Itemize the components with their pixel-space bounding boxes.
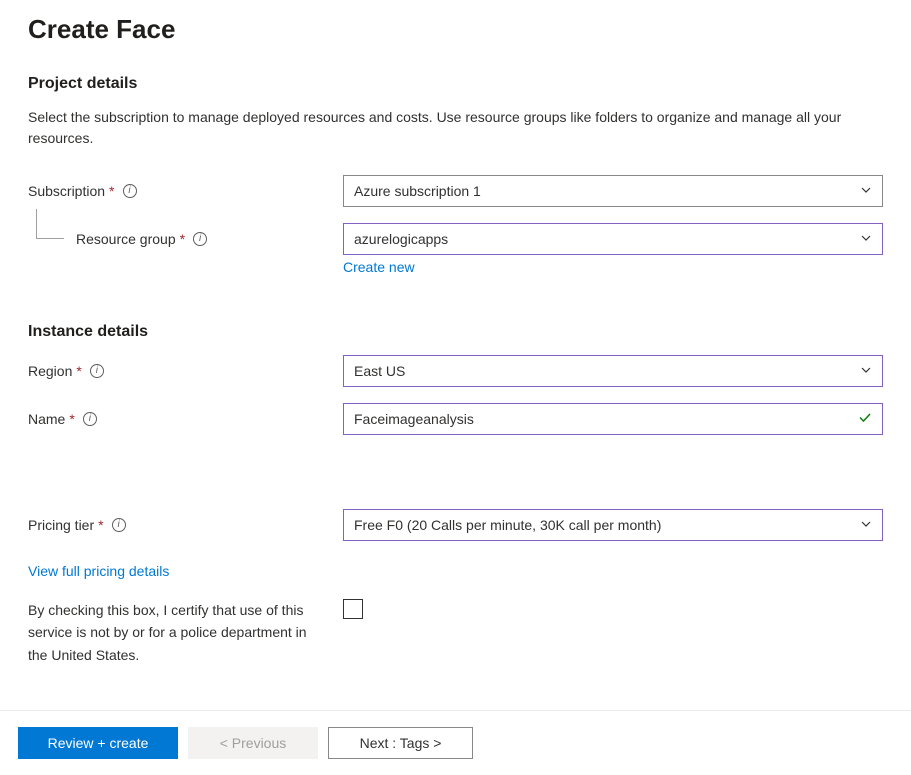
info-icon[interactable]: i bbox=[90, 364, 104, 378]
subscription-select[interactable]: Azure subscription 1 bbox=[343, 175, 883, 207]
required-marker: * bbox=[69, 411, 74, 427]
region-label: Region * i bbox=[28, 363, 343, 379]
info-icon[interactable]: i bbox=[112, 518, 126, 532]
name-label: Name * i bbox=[28, 411, 343, 427]
tree-connector bbox=[36, 209, 64, 239]
certify-checkbox[interactable] bbox=[343, 599, 363, 619]
name-row: Name * i bbox=[28, 403, 883, 435]
info-icon[interactable]: i bbox=[193, 232, 207, 246]
page-title: Create Face bbox=[0, 0, 911, 45]
required-marker: * bbox=[109, 183, 114, 199]
name-input[interactable] bbox=[354, 411, 850, 427]
create-new-link[interactable]: Create new bbox=[343, 259, 415, 275]
info-icon[interactable]: i bbox=[123, 184, 137, 198]
resource-group-select[interactable]: azurelogicapps bbox=[343, 223, 883, 255]
subscription-row: Subscription * i Azure subscription 1 bbox=[28, 175, 883, 207]
next-tags-button[interactable]: Next : Tags > bbox=[328, 727, 473, 759]
chevron-down-icon bbox=[860, 363, 872, 379]
project-details-heading: Project details bbox=[28, 75, 883, 93]
form-content: Project details Select the subscription … bbox=[0, 45, 911, 666]
certify-label: By checking this box, I certify that use… bbox=[28, 599, 343, 666]
certify-row: By checking this box, I certify that use… bbox=[28, 599, 883, 666]
info-icon[interactable]: i bbox=[83, 412, 97, 426]
view-pricing-details-link[interactable]: View full pricing details bbox=[28, 563, 169, 579]
resource-group-row: Resource group * i azurelogicapps bbox=[28, 223, 883, 255]
instance-details-heading: Instance details bbox=[28, 323, 883, 341]
checkmark-icon bbox=[858, 411, 872, 428]
chevron-down-icon bbox=[860, 183, 872, 199]
create-new-row: Create new bbox=[28, 259, 883, 275]
previous-button: < Previous bbox=[188, 727, 318, 759]
region-row: Region * i East US bbox=[28, 355, 883, 387]
footer-bar: Review + create < Previous Next : Tags > bbox=[0, 710, 911, 775]
project-details-description: Select the subscription to manage deploy… bbox=[28, 107, 878, 149]
chevron-down-icon bbox=[860, 517, 872, 533]
chevron-down-icon bbox=[860, 231, 872, 247]
pricing-tier-select[interactable]: Free F0 (20 Calls per minute, 30K call p… bbox=[343, 509, 883, 541]
subscription-label: Subscription * i bbox=[28, 183, 343, 199]
required-marker: * bbox=[76, 363, 81, 379]
pricing-tier-label: Pricing tier * i bbox=[28, 517, 343, 533]
resource-group-label: Resource group * i bbox=[76, 231, 343, 247]
pricing-details-row: View full pricing details bbox=[28, 563, 883, 579]
review-create-button[interactable]: Review + create bbox=[18, 727, 178, 759]
pricing-tier-row: Pricing tier * i Free F0 (20 Calls per m… bbox=[28, 509, 883, 541]
required-marker: * bbox=[98, 517, 103, 533]
name-input-wrapper bbox=[343, 403, 883, 435]
required-marker: * bbox=[180, 231, 185, 247]
region-select[interactable]: East US bbox=[343, 355, 883, 387]
